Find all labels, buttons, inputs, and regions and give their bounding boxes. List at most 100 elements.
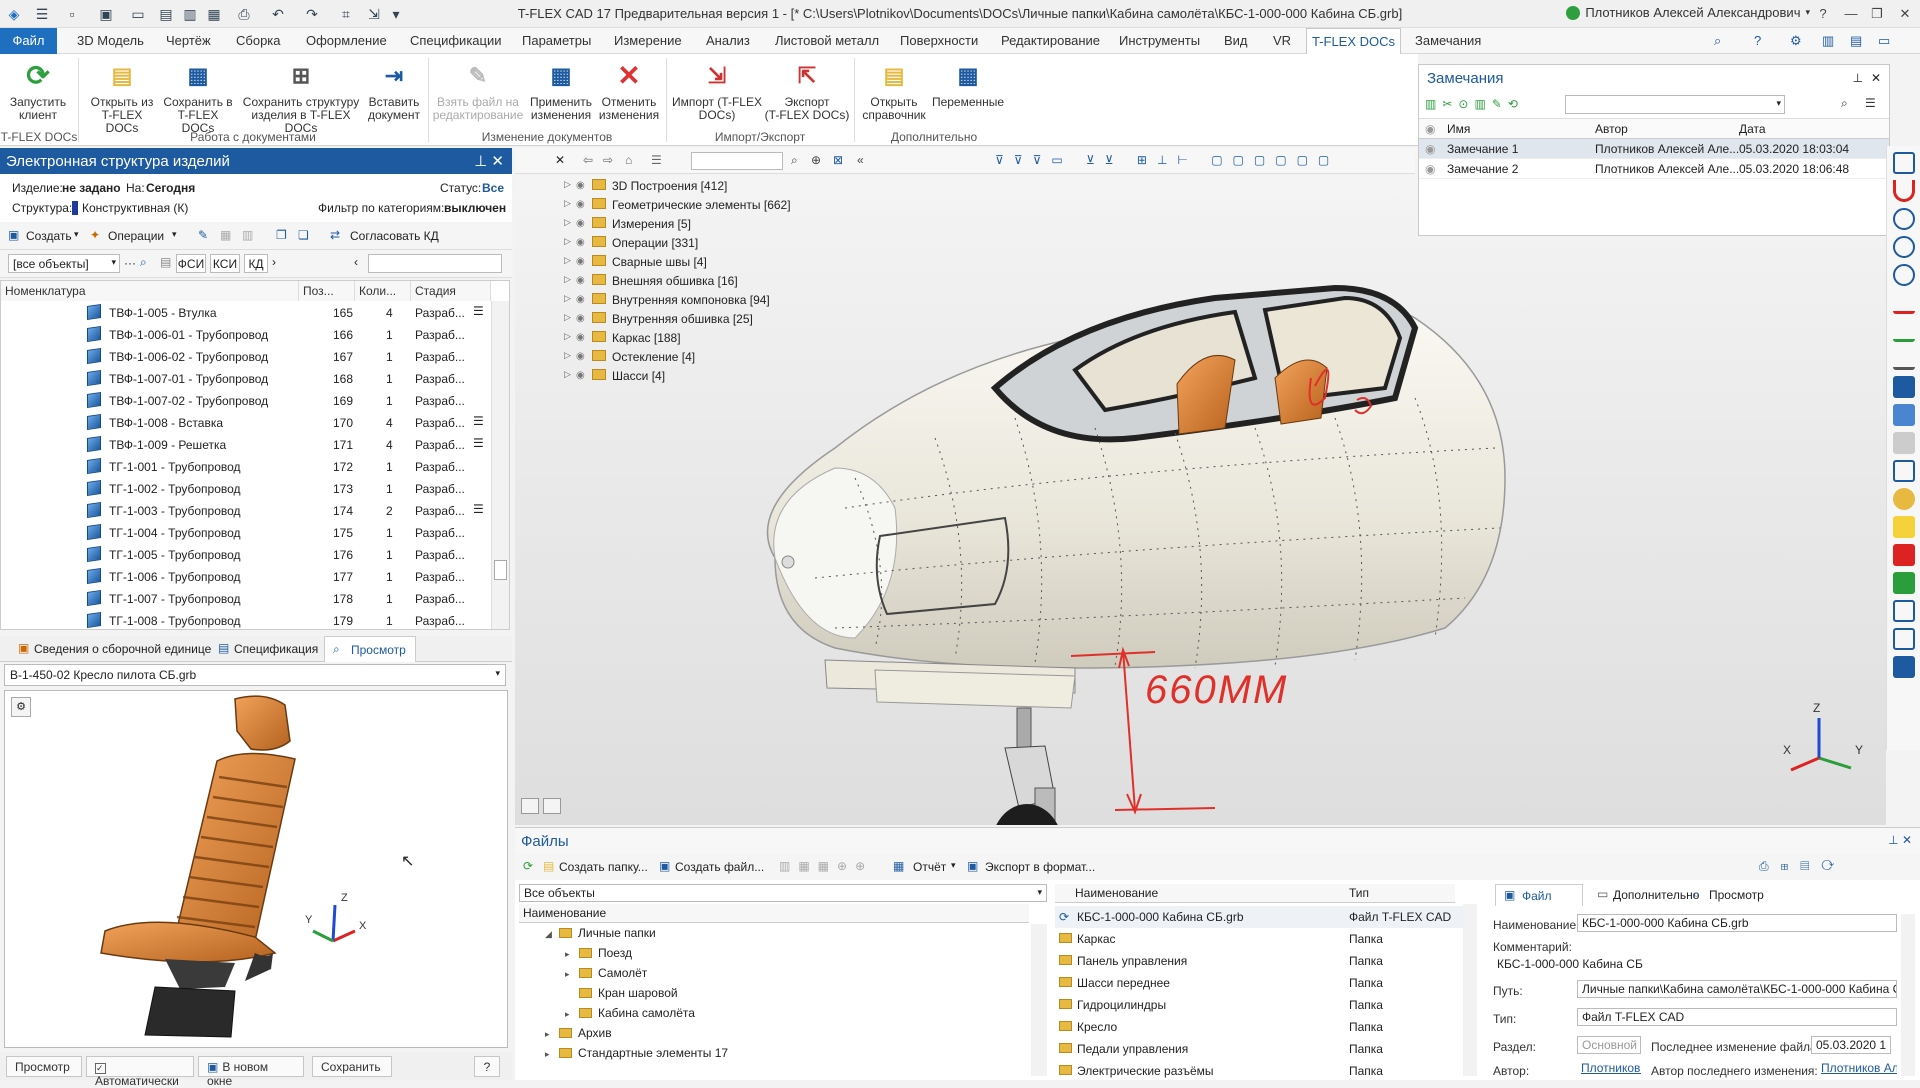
preview-button[interactable]: Просмотр <box>6 1056 82 1077</box>
list-icon[interactable]: ☰ <box>1865 96 1876 110</box>
new-window-button[interactable]: ▣ В новом окне <box>198 1056 304 1088</box>
prop-last-author-link[interactable]: Плотников Але <box>1817 1060 1897 1078</box>
search-icon[interactable]: ⌕ <box>1841 96 1848 111</box>
create-button[interactable]: Создать <box>26 229 72 243</box>
model-tree-item[interactable]: ▷ ◉ Остекление [4] <box>564 348 830 367</box>
close-button[interactable]: ✕ <box>1890 4 1920 24</box>
prop-tab-preview[interactable]: Просмотр <box>1709 888 1764 902</box>
edit-icon[interactable]: ✎ <box>198 228 208 242</box>
cube-view-icon[interactable] <box>1892 376 1915 398</box>
tab-assembly-info[interactable]: Сведения о сборочной единице <box>34 642 211 656</box>
note-row-1[interactable]: ◉ Замечание 1 Плотников Алексей Але... 0… <box>1419 139 1889 159</box>
col-nomenclature[interactable]: Номенклатура <box>1 281 299 301</box>
cube-check-icon[interactable] <box>1892 404 1915 426</box>
import-button[interactable]: ⇲ Импорт (T-FLEX DOCs) <box>670 58 764 122</box>
measure-angle-icon[interactable] <box>1892 320 1915 342</box>
prop-tab-additional[interactable]: Дополнительно <box>1613 888 1699 902</box>
shade-icon[interactable] <box>1892 516 1915 538</box>
list-icon[interactable]: ☰ <box>473 414 484 428</box>
notes-search-input[interactable]: ▾ <box>1565 95 1785 114</box>
prop-name-field[interactable]: КБС-1-000-000 Кабина СБ.grb <box>1577 914 1897 932</box>
expand-icon[interactable]: ▷ <box>564 331 571 342</box>
approve-kd-button[interactable]: Согласовать КД <box>350 229 439 243</box>
eye-icon[interactable]: ◉ <box>1425 162 1435 176</box>
rotate-icon[interactable] <box>1892 432 1915 454</box>
create-folder-button[interactable]: Создать папку... <box>559 860 648 874</box>
refresh-icon[interactable]: ⟳ <box>523 859 533 873</box>
preview-file-select[interactable]: В-1-450-02 Кресло пилота СБ.grb ▾ <box>4 664 506 686</box>
expand-icon[interactable]: ▸ <box>565 1009 579 1020</box>
tab-measure[interactable]: Измерение <box>614 33 682 48</box>
delete-icon[interactable]: ▥ <box>242 228 253 242</box>
save-structure-button[interactable]: ⊞ Сохранить структуру изделия в T-FLEX DOC… <box>238 58 364 135</box>
folder-tree-item[interactable]: ▸ Стандартные элементы 17 <box>545 1046 728 1066</box>
prop-section-select[interactable]: Основной <box>1577 1036 1641 1054</box>
magnet-icon[interactable] <box>1892 180 1915 202</box>
help-circle-icon[interactable]: ? <box>1754 33 1761 48</box>
restore-button[interactable]: ❐ <box>1862 4 1892 24</box>
report-button[interactable]: Отчёт <box>913 860 946 874</box>
view-tools-icons[interactable]: ⊽⊽⊽▭ ⊻⊻ ⊞⊥⊢ ▢▢▢▢▢▢ <box>995 153 1339 167</box>
forward-icon[interactable]: ⇨ <box>603 153 613 167</box>
prop-author-link[interactable]: Плотников А <box>1577 1060 1641 1078</box>
table-row[interactable]: ТВФ-1-007-01 - Трубопровод 168 1 Разраб... <box>1 367 491 389</box>
expand-icon[interactable]: ▷ <box>564 198 571 209</box>
more-icon[interactable]: ··· <box>124 256 136 270</box>
dock-icon[interactable]: ▭ <box>1878 33 1890 49</box>
eye-icon[interactable]: ◉ <box>576 275 585 286</box>
expand-icon[interactable]: ◢ <box>545 929 559 940</box>
insert-document-button[interactable]: ⇥ Вставить документ <box>364 58 424 122</box>
chevron-right-icon[interactable]: › <box>272 255 276 269</box>
eye-icon[interactable]: ◉ <box>576 256 585 267</box>
tab-view[interactable]: Вид <box>1224 33 1248 48</box>
expand-icon[interactable]: ▸ <box>545 1049 559 1060</box>
tag-fsi[interactable]: ФСИ <box>176 254 206 273</box>
panels-icon[interactable]: ▤ <box>1850 33 1862 49</box>
expand-icon[interactable]: ▷ <box>564 255 571 266</box>
table-row[interactable]: ТВФ-1-008 - Вставка 170 4 Разраб... ☰ <box>1 411 491 433</box>
tag-ksi[interactable]: КСИ <box>210 254 240 273</box>
expand-icon[interactable]: ▸ <box>565 969 579 980</box>
sphere-icon[interactable] <box>1892 488 1915 510</box>
measure-icon[interactable] <box>1892 292 1915 314</box>
tree-filter-input[interactable] <box>691 152 783 170</box>
tab-assembly[interactable]: Сборка <box>236 33 281 48</box>
table-row[interactable]: ТГ-1-006 - Трубопровод 177 1 Разраб... <box>1 565 491 587</box>
auto-checkbox[interactable]: ✓Автоматически <box>86 1056 194 1088</box>
eye-icon[interactable]: ◉ <box>576 199 585 210</box>
prop-modified-field[interactable]: 05.03.2020 1 <box>1811 1036 1891 1054</box>
model-tree-item[interactable]: ▷ ◉ Операции [331] <box>564 234 830 253</box>
tab-analysis[interactable]: Анализ <box>706 33 750 48</box>
table-row[interactable]: ТГ-1-005 - Трубопровод 176 1 Разраб... <box>1 543 491 565</box>
copy-icon[interactable]: ❐ <box>276 228 287 242</box>
table-row[interactable]: ТГ-1-008 - Трубопровод 179 1 Разраб... <box>1 609 491 631</box>
tab-specifications[interactable]: Спецификации <box>410 33 502 48</box>
paste-icon[interactable]: ❏ <box>298 228 309 242</box>
table-row[interactable]: ТГ-1-002 - Трубопровод 173 1 Разраб... <box>1 477 491 499</box>
model-tree-item[interactable]: ▷ ◉ Внутренняя обшивка [25] <box>564 310 830 329</box>
operations-button[interactable]: Операции <box>108 229 164 243</box>
eye-icon[interactable]: ◉ <box>576 294 585 305</box>
props-scrollbar[interactable] <box>1901 914 1915 1076</box>
list-icon[interactable]: ☰ <box>473 436 484 450</box>
split-view-icon[interactable] <box>521 798 539 814</box>
home-icon[interactable]: ⌂ <box>625 153 632 167</box>
model-tree-item[interactable]: ▷ ◉ Геометрические элементы [662] <box>564 196 830 215</box>
prop-type-field[interactable]: Файл T-FLEX CAD <box>1577 1008 1897 1026</box>
prop-tab-file[interactable]: ▣ Файл <box>1495 884 1583 906</box>
tab-surfaces[interactable]: Поверхности <box>900 33 978 48</box>
scroll-thumb[interactable] <box>494 560 507 580</box>
folder-tree-item[interactable]: Кран шаровой <box>565 986 678 1006</box>
filter-icon[interactable]: ⊠ <box>833 153 843 167</box>
file-actions-icons[interactable]: ▥▦▦⊕⊕ <box>779 859 873 873</box>
file-list-item[interactable]: Шасси переднее Папка <box>1055 972 1475 994</box>
table-row[interactable]: ТГ-1-003 - Трубопровод 174 2 Разраб... ☰ <box>1 499 491 521</box>
table-row[interactable]: ТГ-1-004 - Трубопровод 175 1 Разраб... <box>1 521 491 543</box>
list-icon[interactable]: ☰ <box>473 502 484 516</box>
folder-tree-item[interactable]: ▸ Поезд <box>565 946 632 966</box>
list-scrollbar[interactable] <box>1463 904 1477 1076</box>
model-tree-item[interactable]: ▷ ◉ Внешняя обшивка [16] <box>564 272 830 291</box>
model-tree-item[interactable]: ▷ ◉ Каркас [188] <box>564 329 830 348</box>
help-button[interactable]: ? <box>474 1056 500 1077</box>
search-icon[interactable]: ⌕ <box>140 255 147 270</box>
